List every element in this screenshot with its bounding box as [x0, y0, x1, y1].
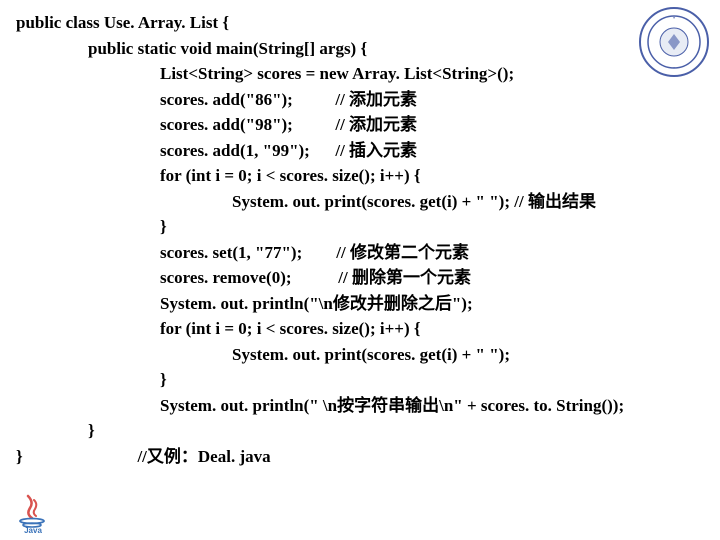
code-line: scores. remove(0); // 删除第一个元素 [16, 265, 720, 291]
code-line: scores. add(1, "99"); // 插入元素 [16, 138, 720, 164]
code-line: for (int i = 0; i < scores. size(); i++)… [16, 163, 720, 189]
svg-text:Java: Java [24, 526, 42, 534]
java-logo-icon: Java [10, 494, 56, 534]
svg-text:•: • [673, 66, 675, 72]
svg-text:•: • [673, 16, 675, 22]
code-line: System. out. print(scores. get(i) + " ")… [16, 189, 720, 215]
code-block: public class Use. Array. List { public s… [0, 0, 720, 469]
code-line: System. out. println(" \n按字符串输出\n" + sco… [16, 393, 720, 419]
code-line: public class Use. Array. List { [16, 10, 720, 36]
code-line: List<String> scores = new Array. List<St… [16, 61, 720, 87]
code-line: System. out. print(scores. get(i) + " ")… [16, 342, 720, 368]
university-seal-icon: • • [638, 6, 710, 78]
code-line: public static void main(String[] args) { [16, 36, 720, 62]
code-line: } [16, 418, 720, 444]
code-line: scores. add("98"); // 添加元素 [16, 112, 720, 138]
code-line: System. out. println("\n修改并删除之后"); [16, 291, 720, 317]
code-line: scores. add("86"); // 添加元素 [16, 87, 720, 113]
code-line: for (int i = 0; i < scores. size(); i++)… [16, 316, 720, 342]
code-line: } [16, 367, 720, 393]
code-line: } //又例：Deal. java [16, 444, 720, 470]
code-line: } [16, 214, 720, 240]
code-line: scores. set(1, "77"); // 修改第二个元素 [16, 240, 720, 266]
